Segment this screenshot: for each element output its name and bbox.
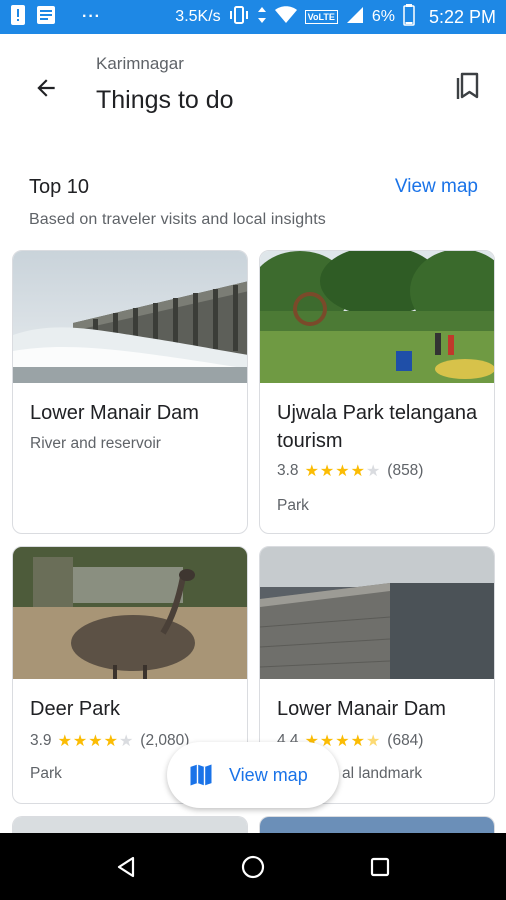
place-card[interactable]: Ujwala Park telangana tourism 3.8 ★★★★★ … (259, 250, 495, 534)
message-icon (36, 5, 56, 30)
place-category: River and reservoir (30, 435, 161, 452)
place-photo (13, 251, 247, 383)
view-map-link[interactable]: View map (395, 176, 478, 198)
place-card[interactable]: Lower Manair Dam River and reservoir (12, 250, 248, 534)
vibrate-icon (229, 5, 249, 30)
rating-stars: ★★★★★ (304, 463, 382, 480)
nav-home-button[interactable] (237, 851, 269, 883)
back-button[interactable] (26, 68, 66, 108)
data-arrows-icon (257, 5, 267, 30)
section-title: Top 10 (29, 176, 90, 198)
map-icon (190, 764, 212, 786)
breadcrumb: Karimnagar (96, 54, 184, 73)
nav-back-button[interactable] (110, 851, 142, 883)
place-name: Lower Manair Dam (277, 698, 446, 720)
place-name: Ujwala Park telangana tourism (277, 402, 478, 452)
nav-recents-button[interactable] (364, 851, 396, 883)
place-rating: 3.8 ★★★★★ (858) (277, 461, 423, 481)
volte-badge: VoLTE (304, 10, 338, 24)
wifi-icon (274, 5, 297, 29)
clock: 5:22 PM (428, 6, 496, 27)
place-photo (260, 251, 494, 383)
place-rating: 3.9 ★★★★★ (2,080) (30, 731, 189, 751)
view-map-button[interactable]: View map (167, 742, 339, 808)
battery-icon (403, 3, 415, 31)
place-name: Lower Manair Dam (30, 402, 199, 424)
app-header: Karimnagar Things to do (0, 34, 506, 144)
triangle-back-icon (117, 856, 135, 878)
review-count: (684) (387, 732, 424, 749)
rating-value: 3.9 (30, 732, 52, 749)
status-bar: ··· 3.5K/s VoLTE 6% 5:22 PM (0, 0, 506, 34)
system-nav-bar (0, 833, 506, 900)
arrow-back-icon (37, 79, 55, 97)
net-speed: 3.5K/s (175, 8, 221, 25)
section-subtitle: Based on traveler visits and local insig… (29, 211, 326, 228)
place-photo (13, 547, 247, 679)
signal-icon (346, 6, 364, 29)
alert-icon (10, 4, 26, 31)
review-count: (858) (387, 462, 424, 479)
more-notifications-icon: ··· (82, 8, 101, 25)
battery-percent: 6% (371, 8, 395, 25)
rating-stars: ★★★★★ (57, 733, 135, 750)
circle-home-icon (241, 855, 265, 879)
view-map-label: View map (229, 764, 308, 785)
page-title: Things to do (96, 86, 234, 114)
save-list-button[interactable] (446, 64, 490, 108)
place-category: al landmark (342, 765, 423, 782)
square-recents-icon (370, 857, 390, 877)
rating-value: 3.8 (277, 462, 299, 479)
place-name: Deer Park (30, 698, 121, 720)
bookmarks-icon (456, 72, 479, 99)
place-category: Park (277, 497, 309, 514)
place-category: Park (30, 765, 62, 782)
place-photo (260, 547, 494, 679)
